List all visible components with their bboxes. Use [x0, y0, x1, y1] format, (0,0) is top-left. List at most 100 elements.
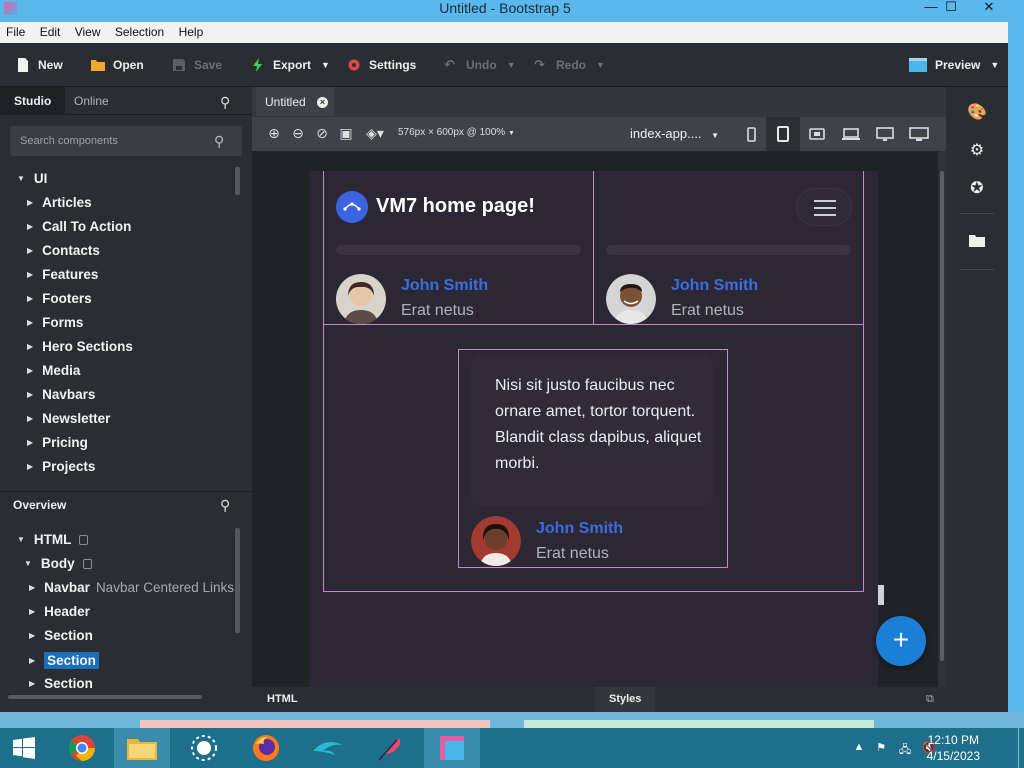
category-item[interactable]: ▶ Articles	[27, 195, 92, 210]
category-item[interactable]: ▶ Features	[27, 267, 98, 282]
device-tablet-button[interactable]	[800, 117, 834, 151]
component-search-input[interactable]: Search components	[10, 126, 242, 156]
tray-overflow-icon[interactable]: ▲	[852, 741, 866, 755]
menu-view[interactable]: View	[69, 22, 106, 39]
device-phone-large-button[interactable]	[766, 117, 800, 151]
clapper-icon	[909, 58, 927, 72]
overview-scrollbar[interactable]	[235, 528, 240, 633]
category-item[interactable]: ▶ Call To Action	[27, 219, 131, 234]
menu-help[interactable]: Help	[173, 22, 209, 39]
category-item[interactable]: ▶ Forms	[27, 315, 83, 330]
taskbar-firefox[interactable]	[238, 728, 294, 768]
palette-icon[interactable]: 🎨	[967, 103, 987, 123]
tray-flag-icon[interactable]: ⚑	[874, 741, 888, 755]
overview-node[interactable]: ▶ Section	[29, 652, 99, 669]
maximize-button[interactable]: ☐	[936, 0, 966, 16]
taskbar-settings-app[interactable]	[176, 728, 232, 768]
canvas-scroll-thumb[interactable]	[940, 171, 944, 661]
html-panel-tab[interactable]: HTML	[267, 687, 298, 712]
testimonial-card[interactable]: Nisi sit justo faucibus nec ornare amet,…	[458, 349, 728, 568]
search-icon[interactable]: ⚲	[220, 497, 230, 514]
tree-root-ui[interactable]: ▼ UI	[17, 171, 47, 186]
category-item[interactable]: ▶ Newsletter	[27, 411, 110, 426]
settings-button[interactable]: Settings	[347, 54, 416, 76]
tab-online[interactable]: Online	[60, 87, 123, 115]
export-button[interactable]: Export ▼	[251, 54, 330, 76]
tree-label: UI	[33, 171, 48, 186]
components-scrollbar[interactable]	[235, 167, 240, 195]
zoom-in-icon[interactable]: ⊕	[266, 125, 282, 141]
overview-node[interactable]: ▶ Navbar Navbar Centered Links	[29, 580, 234, 595]
styles-panel-tab[interactable]: Styles	[595, 687, 656, 712]
design-canvas[interactable]: VM7 home page! John Smith Erat netus Joh…	[252, 151, 938, 701]
taskbar-bootstrap-studio[interactable]	[424, 728, 480, 768]
start-button[interactable]	[0, 728, 48, 768]
taskbar-file-explorer[interactable]	[114, 728, 170, 768]
category-item[interactable]: ▶ Pricing	[27, 435, 88, 450]
device-laptop-button[interactable]	[834, 117, 868, 151]
overview-hscrollbar[interactable]	[8, 695, 202, 699]
navbar-cell-right[interactable]: John Smith Erat netus	[593, 171, 864, 325]
category-label: Hero Sections	[42, 339, 133, 354]
layers-icon[interactable]: ◈▾	[362, 125, 388, 141]
category-item[interactable]: ▶ Navbars	[27, 387, 95, 402]
search-icon[interactable]: ⚲	[220, 94, 230, 111]
brand-title[interactable]: VM7 home page!	[376, 195, 535, 218]
tree-html[interactable]: ▼ HTML	[17, 532, 89, 547]
category-item[interactable]: ▶ Contacts	[27, 243, 100, 258]
taskbar-feather-app[interactable]	[362, 728, 418, 768]
taskbar-dreamweaver[interactable]	[300, 728, 356, 768]
hamburger-menu-icon[interactable]	[796, 188, 852, 226]
overview-node[interactable]: ▶ Section	[29, 676, 93, 691]
overview-node[interactable]: ▶ Section	[29, 628, 93, 643]
chevron-down-icon: ▼	[507, 130, 515, 137]
page-file-select[interactable]: index-app.... ▼	[630, 126, 719, 141]
new-button[interactable]: New	[16, 54, 63, 76]
person-name[interactable]: John Smith	[671, 277, 758, 295]
overview-node[interactable]: ▶ Header	[29, 604, 90, 619]
close-tab-icon[interactable]: ×	[317, 97, 328, 108]
testimonial-section[interactable]: Nisi sit justo faucibus nec ornare amet,…	[323, 324, 864, 592]
menu-edit[interactable]: Edit	[34, 22, 66, 39]
person-name[interactable]: John Smith	[536, 520, 623, 538]
rotate-icon[interactable]: ⊘	[314, 125, 330, 141]
system-clock[interactable]: 12:10 PM 4/15/2023	[927, 732, 980, 764]
folder-icon[interactable]	[967, 233, 987, 253]
show-desktop-button[interactable]	[1018, 728, 1024, 768]
preview-button[interactable]: Preview ▼	[909, 54, 999, 76]
gear-icon[interactable]: ⚙	[967, 141, 987, 161]
tree-body[interactable]: ▼ Body	[24, 556, 92, 571]
divider	[960, 213, 994, 214]
image-frame-icon[interactable]: ▣	[338, 125, 354, 141]
person-name[interactable]: John Smith	[401, 277, 488, 295]
new-file-icon	[18, 58, 28, 72]
canvas-scrollbar[interactable]	[938, 151, 946, 687]
category-item[interactable]: ▶ Media	[27, 363, 80, 378]
taskbar-chrome[interactable]	[54, 728, 110, 768]
tree-label: HTML	[33, 532, 72, 547]
menu-file[interactable]: File	[0, 22, 30, 39]
category-item[interactable]: ▶ Footers	[27, 291, 92, 306]
document-tab[interactable]: Untitled ×	[256, 87, 334, 116]
expand-panel-icon[interactable]: ⧉	[926, 687, 934, 712]
close-button[interactable]: ✕	[974, 0, 1004, 16]
category-item[interactable]: ▶ Hero Sections	[27, 339, 133, 354]
undo-button[interactable]: ↶ Undo ▼	[444, 54, 516, 76]
add-component-button[interactable]: +	[876, 616, 926, 666]
category-item[interactable]: ▶ Projects	[27, 459, 95, 474]
tab-studio[interactable]: Studio	[0, 87, 66, 115]
zoom-out-icon[interactable]: ⊖	[290, 125, 306, 141]
open-button[interactable]: Open	[91, 54, 144, 76]
navbar-cell-left[interactable]: VM7 home page! John Smith Erat netus	[323, 171, 594, 325]
canvas-size-label[interactable]: 576px × 600px @ 100% ▼	[398, 127, 515, 138]
star-icon[interactable]: ✪	[967, 179, 987, 199]
page-resize-handle[interactable]	[878, 585, 884, 605]
redo-button[interactable]: ↷ Redo ▼	[534, 54, 605, 76]
menu-selection[interactable]: Selection	[109, 22, 169, 39]
device-widescreen-button[interactable]	[902, 117, 936, 151]
preview-page[interactable]: VM7 home page! John Smith Erat netus Joh…	[309, 171, 878, 701]
device-desktop-button[interactable]	[868, 117, 902, 151]
save-button[interactable]: Save	[172, 54, 222, 76]
network-icon[interactable]: 🖧	[898, 741, 912, 756]
device-phone-button[interactable]	[734, 117, 768, 151]
